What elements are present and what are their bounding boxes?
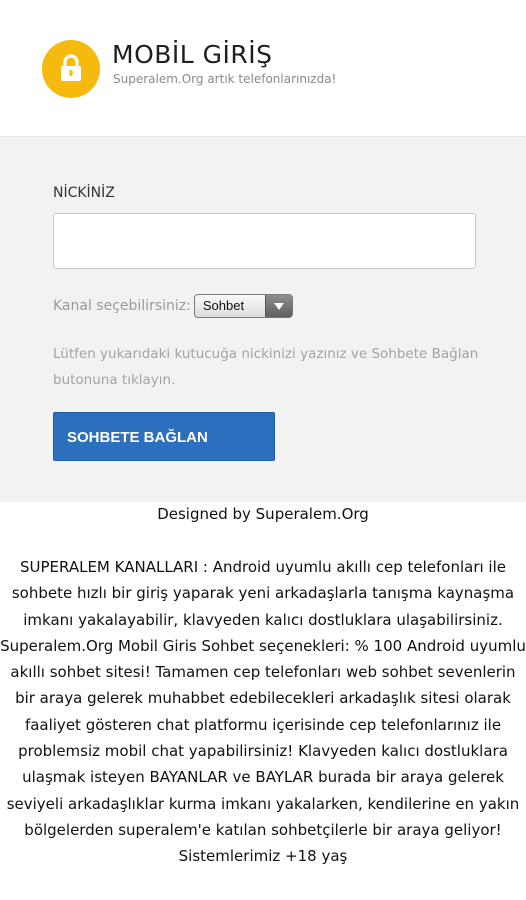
channel-select-value: Sohbet bbox=[202, 298, 245, 313]
connect-button[interactable]: SOHBETE BAĞLAN bbox=[53, 412, 275, 461]
login-panel: NİCKİNİZ Kanal seçebilirsiniz: Sohbet Lü… bbox=[0, 136, 526, 502]
channel-select[interactable]: Sohbet bbox=[193, 294, 293, 318]
channel-row: Kanal seçebilirsiniz: Sohbet bbox=[53, 293, 293, 319]
page-title: MOBİL GİRİŞ bbox=[112, 40, 273, 69]
designed-by-text: Designed by Superalem.Org bbox=[157, 505, 369, 523]
chevron-down-icon bbox=[264, 295, 292, 317]
nick-label: NİCKİNİZ bbox=[53, 185, 115, 201]
page-header: MOBİL GİRİŞ Superalem.Org artık telefonl… bbox=[0, 0, 526, 136]
description-text: SUPERALEM KANALLARI : Android uyumlu akı… bbox=[0, 554, 526, 870]
lock-icon bbox=[61, 54, 81, 81]
lock-badge bbox=[42, 40, 100, 98]
page-subtitle: Superalem.Org artık telefonlarınızda! bbox=[113, 72, 337, 86]
description-paragraph-2: Superalem.Org Mobil Giris Sohbet seçenek… bbox=[0, 636, 526, 866]
channel-label: Kanal seçebilirsiniz: bbox=[53, 298, 191, 314]
description-paragraph-1: SUPERALEM KANALLARI : Android uyumlu akı… bbox=[11, 558, 515, 629]
nick-input[interactable] bbox=[53, 213, 476, 269]
instructions-text: Lütfen yukarıdaki kutucuğa nickinizi yaz… bbox=[53, 346, 479, 388]
